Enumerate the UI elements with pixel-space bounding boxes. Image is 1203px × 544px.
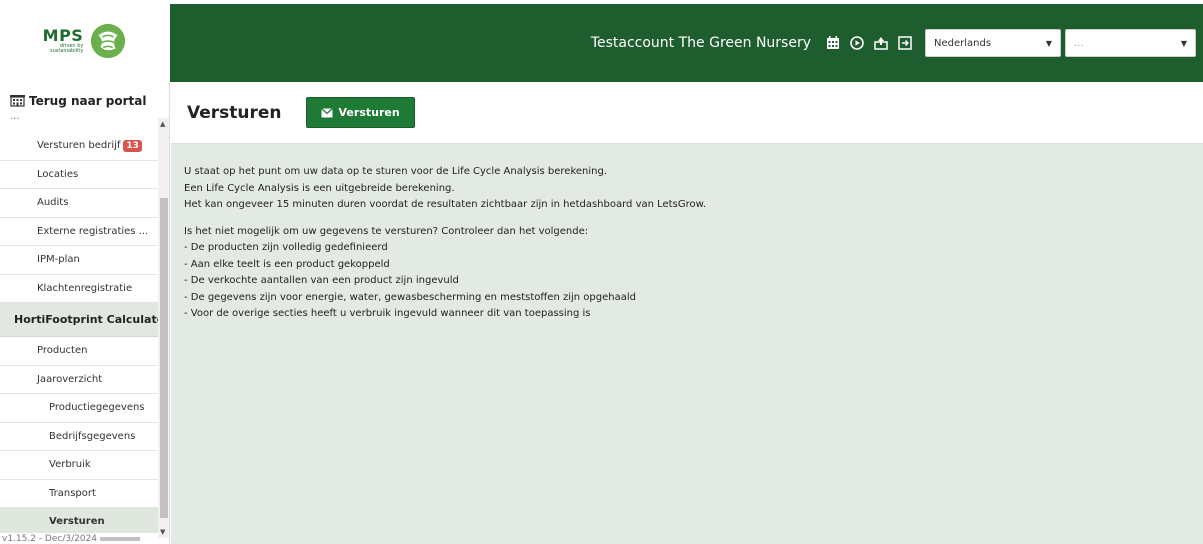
sidebar-item-productiegegevens[interactable]: Productiegegevens [0, 394, 158, 423]
sidebar-item-externe-registraties[interactable]: Externe registraties ... [0, 218, 158, 246]
sidebar-item-label: Locaties [37, 168, 79, 180]
secondary-select[interactable]: ... ▼ [1065, 29, 1196, 57]
sidebar-item-label: Verbruik [49, 459, 91, 471]
building-icon [10, 95, 25, 107]
count-badge: 13 [123, 139, 142, 152]
checklist-line: - Aan elke teelt is een product gekoppel… [184, 258, 390, 270]
sidebar-item-verbruik[interactable]: Verbruik [0, 451, 158, 480]
back-to-portal-link[interactable]: Terug naar portal ... [0, 82, 169, 132]
checklist-line: - Voor de overige secties heeft u verbru… [184, 308, 591, 319]
checklist-line: - De verkochte aantallen van een product… [184, 275, 459, 286]
sidebar-item-transport[interactable]: Transport [0, 480, 158, 508]
top-bar: Testaccount The Green Nursery Nederlands… [170, 0, 1203, 82]
chevron-down-icon: ▼ [1180, 38, 1187, 48]
secondary-select-value: ... [1074, 37, 1084, 49]
scrollbar-thumb[interactable] [160, 198, 168, 518]
sidebar-item-klachtenregistratie[interactable]: Klachtenregistratie [0, 275, 158, 303]
sidebar-item-jaaroverzicht[interactable]: Jaaroverzicht [0, 366, 158, 394]
sidebar-item-bedrijfsgegevens[interactable]: Bedrijfsgegevens [0, 423, 158, 451]
play-icon[interactable] [849, 35, 865, 51]
intro-line: U staat op het punt om uw data op te stu… [184, 166, 608, 177]
sidebar-item-versturen-bedrijf[interactable]: Versturen bedrijf 13 [0, 132, 158, 161]
sidebar-scrollbar[interactable]: ▲ ▼ [158, 118, 169, 538]
sidebar-item-locaties[interactable]: Locaties [0, 161, 158, 189]
sidebar-item-label: Transport [49, 487, 96, 499]
send-button-label: Versturen [338, 106, 400, 119]
sidebar-item-label: Producten [37, 345, 88, 357]
checklist-line: - De gegevens zijn voor energie, water, … [184, 291, 636, 303]
globe-leaf-icon [91, 23, 126, 59]
account-name: Testaccount The Green Nursery [590, 35, 811, 51]
horizontal-scrollbar-thumb[interactable] [100, 536, 141, 541]
sidebar-item-ipm-plan[interactable]: IPM-plan [0, 246, 158, 275]
sidebar-item-partial[interactable]: ... [10, 115, 150, 123]
sidebar-item-label: Jaaroverzicht [37, 373, 103, 385]
envelope-icon [320, 107, 333, 117]
intro-line: Een Life Cycle Analysis is een uitgebrei… [184, 182, 455, 194]
sidebar-item-producten[interactable]: Producten [0, 337, 158, 366]
back-to-portal-label: Terug naar portal [29, 94, 147, 108]
version-label: v1.15.2 - Dec/3/2024 [0, 533, 158, 544]
chevron-down-icon: ▼ [1045, 38, 1052, 48]
main-content: U staat op het punt om uw data op te stu… [171, 144, 1203, 544]
scroll-up-icon[interactable]: ▲ [160, 120, 165, 128]
logo-brand: MPS [42, 25, 84, 45]
sidebar-item-label: Klachtenregistratie [37, 282, 133, 294]
checklist-line: Is het niet mogelijk om uw gegevens te v… [184, 225, 589, 237]
sidebar-section-title: HortiFootprint Calculator [14, 313, 158, 326]
logo[interactable]: MPS driven by sustainability [0, 0, 170, 82]
language-select[interactable]: Nederlands ▼ [925, 29, 1061, 57]
sidebar-item-label: Externe registraties ... [37, 225, 149, 237]
sidebar-item-label: Bedrijfsgegevens [49, 430, 136, 442]
sidebar: Terug naar portal ... Versturen bedrijf … [0, 82, 170, 544]
sidebar-item-label: Productiegegevens [49, 402, 145, 414]
checklist-paragraph: Is het niet mogelijk om uw gegevens te v… [184, 224, 1203, 323]
checklist-line: - De producten zijn volledig gedefinieer… [184, 242, 388, 253]
sidebar-item-label: Versturen bedrijf [37, 140, 121, 152]
calendar-icon[interactable] [825, 35, 841, 51]
sidebar-section-hortifootprint[interactable]: HortiFootprint Calculator [0, 303, 158, 337]
version-text: v1.15.2 - Dec/3/2024 [2, 533, 98, 544]
page-header: Versturen Versturen [171, 82, 1203, 144]
language-select-value: Nederlands [934, 37, 992, 49]
upload-icon[interactable] [873, 35, 889, 51]
logout-icon[interactable] [897, 35, 913, 51]
sidebar-item-label: IPM-plan [37, 254, 80, 266]
sidebar-item-audits[interactable]: Audits [0, 189, 158, 218]
scroll-down-icon[interactable]: ▼ [160, 528, 165, 536]
page-title: Versturen [187, 102, 282, 123]
intro-line: Het kan ongeveer 15 minuten duren voorda… [184, 199, 707, 210]
intro-paragraph: U staat op het punt om uw data op te stu… [184, 164, 1203, 214]
logo-tagline-2: sustainability [50, 48, 84, 54]
send-button[interactable]: Versturen [305, 97, 415, 128]
sidebar-item-label: Versturen [49, 516, 105, 528]
sidebar-item-label: Audits [37, 197, 69, 209]
